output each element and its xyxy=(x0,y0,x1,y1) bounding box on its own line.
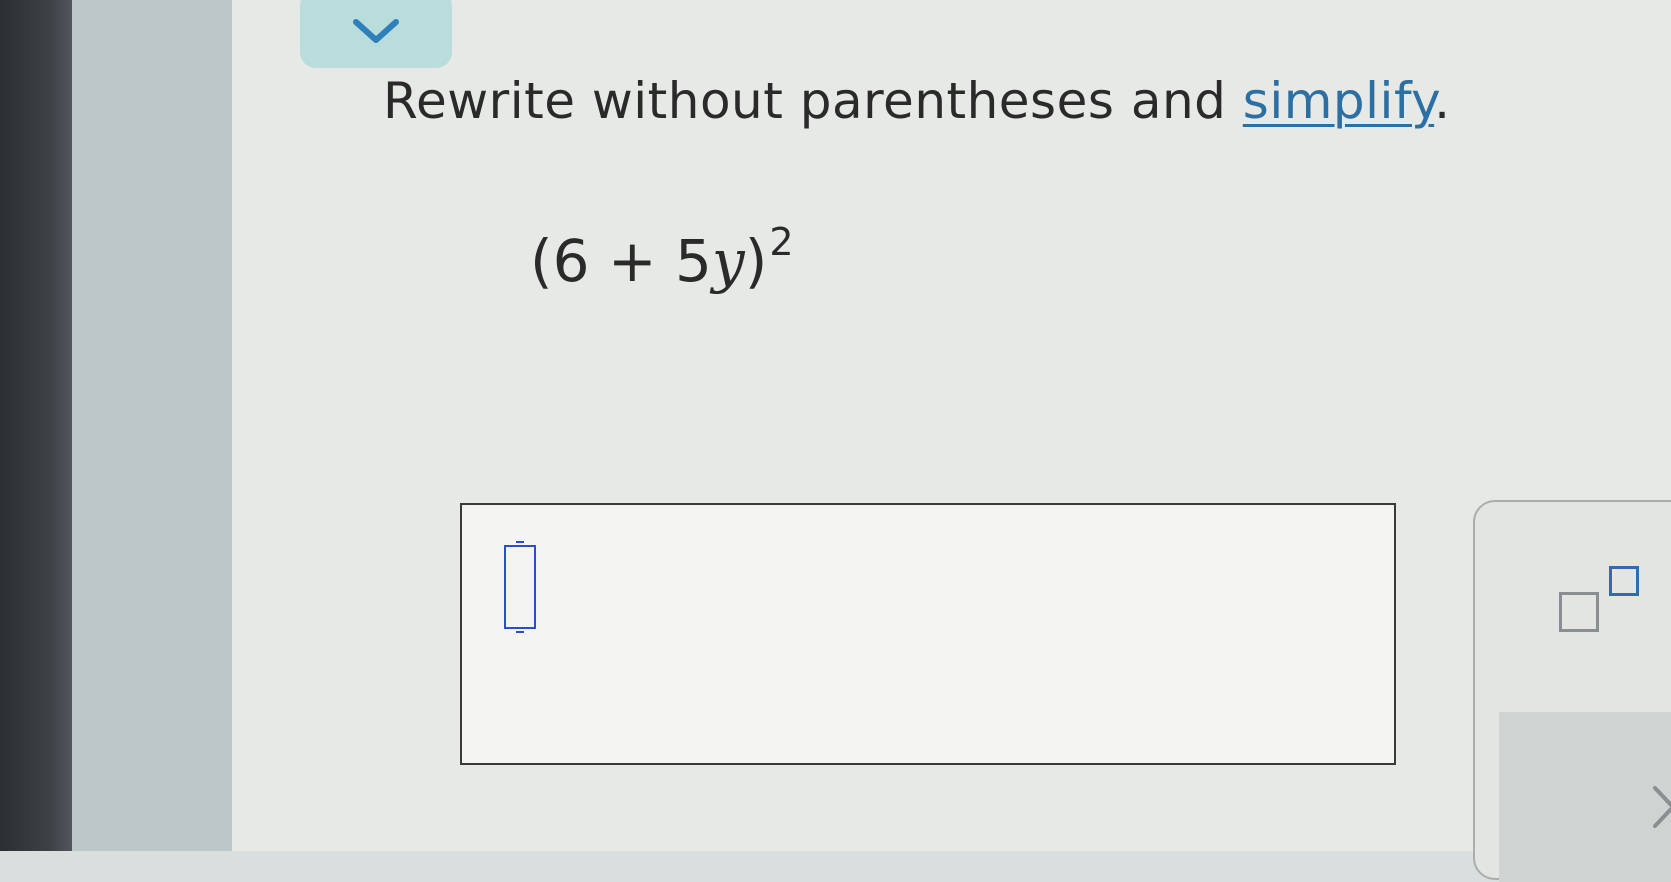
simplify-link[interactable]: simplify xyxy=(1243,72,1434,130)
collapse-button[interactable] xyxy=(300,0,452,68)
expression-close-paren: ) xyxy=(744,227,768,295)
math-expression: (6 + 5y)2 xyxy=(530,220,794,295)
question-instruction: Rewrite without parentheses and simplify… xyxy=(383,72,1451,130)
expression-exponent: 2 xyxy=(769,220,794,264)
expression-variable: y xyxy=(711,227,745,295)
screen-bezel xyxy=(0,0,72,851)
instruction-period: . xyxy=(1434,72,1451,130)
expression-base: (6 + 5 xyxy=(530,227,712,295)
math-toolbox xyxy=(1473,500,1671,882)
left-sidebar-strip xyxy=(72,0,232,851)
answer-input-box[interactable] xyxy=(460,503,1396,765)
answer-cursor-field[interactable] xyxy=(504,541,536,633)
exponent-button[interactable] xyxy=(1559,564,1649,644)
chevron-down-icon xyxy=(353,19,399,43)
exponent-power-box xyxy=(1609,566,1639,596)
exponent-base-box xyxy=(1559,592,1599,632)
chevron-right-icon[interactable] xyxy=(1649,782,1671,832)
toolbox-footer xyxy=(1499,712,1671,882)
instruction-text: Rewrite without parentheses and xyxy=(383,72,1243,130)
